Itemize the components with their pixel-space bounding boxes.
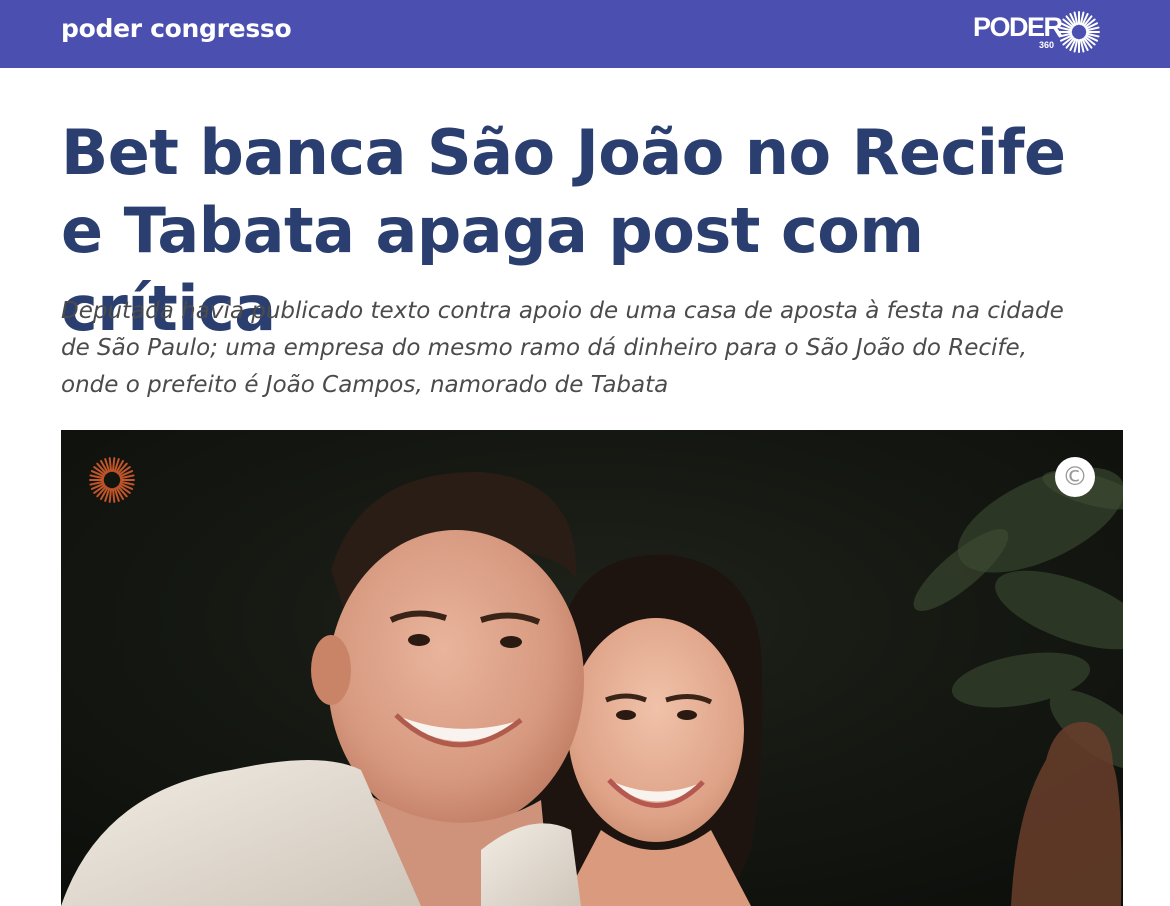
- logo-360: 360: [1039, 40, 1055, 50]
- article-photo: ©: [61, 430, 1123, 906]
- poder360-burst-icon: [89, 457, 135, 503]
- couple-selfie-photo: [61, 430, 1123, 906]
- article-subheadline: Deputada havia publicado texto contra ap…: [61, 298, 1064, 398]
- section-link-poder-congresso[interactable]: poder congresso: [61, 14, 292, 43]
- top-bar: poder congresso PODER 360: [0, 0, 1170, 68]
- burst-icon: [1058, 11, 1100, 53]
- poder360-logo[interactable]: PODER 360: [973, 10, 1103, 56]
- copyright-icon[interactable]: ©: [1055, 457, 1095, 497]
- logo-wordmark: PODER: [973, 12, 1063, 42]
